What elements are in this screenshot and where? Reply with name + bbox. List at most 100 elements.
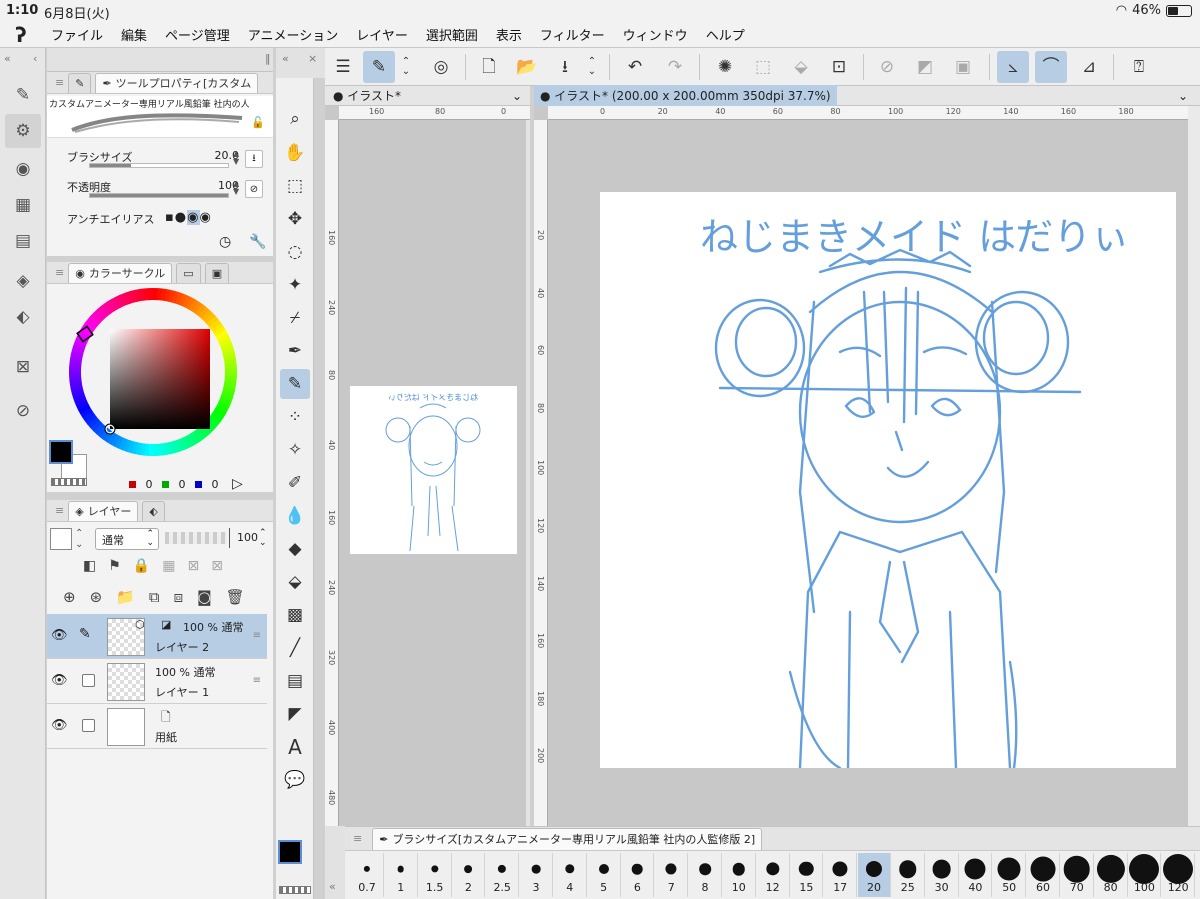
clear-outside-button[interactable]: ⊘ <box>871 51 903 83</box>
close-panel-icon[interactable]: × <box>308 52 317 65</box>
eyedropper-tool[interactable]: ⌿ <box>280 303 310 333</box>
left-canvas-page[interactable]: ねじまきメイド はだりぃ <box>350 386 517 554</box>
palette-dock-button[interactable]: ▤ <box>5 224 41 258</box>
pressure-settings-button[interactable]: ⭳ <box>245 150 263 168</box>
layer-opacity-stepper-icon[interactable]: ⌃ ⌄ <box>259 528 267 548</box>
lock-transparency-icon[interactable]: ▦ <box>162 558 175 574</box>
undo-button[interactable]: ↶ <box>619 51 651 83</box>
lasso-tool[interactable]: ◌ <box>280 237 310 267</box>
edit-pencil-icon[interactable]: ✎ <box>79 626 91 642</box>
material-dock-button[interactable]: ⊠ <box>5 350 41 384</box>
collapse-down-icon[interactable]: « <box>329 880 336 893</box>
menu-item-6[interactable]: 表示 <box>487 25 531 44</box>
layer-row[interactable]: 👁 🗋 用紙 <box>47 704 267 749</box>
panel-grip-icon[interactable]: ≡ <box>55 266 64 279</box>
timer-icon[interactable]: ◷ <box>219 234 231 250</box>
brush-size-option[interactable]: 30 <box>926 853 959 897</box>
layer-opacity-slider-handle[interactable] <box>229 528 230 548</box>
delete-layer-icon[interactable]: 🗑 <box>226 588 245 606</box>
left-view-dropdown-icon[interactable]: ⌄ <box>512 89 522 103</box>
collapse-right-icon[interactable]: « <box>282 52 289 65</box>
tool-property-dock-button[interactable]: ✎ <box>5 78 41 112</box>
collapse-left-icon[interactable]: « <box>4 52 11 65</box>
create-mask-icon[interactable]: ◙ <box>197 588 212 606</box>
layer-dock-button[interactable]: ◈ <box>5 264 41 298</box>
pencil-tool[interactable]: ✎ <box>280 369 310 399</box>
navigator-dock-button[interactable]: ⊘ <box>5 394 41 428</box>
layer-opacity-slider[interactable] <box>165 532 227 544</box>
visibility-eye-icon[interactable]: 👁 <box>51 628 69 643</box>
select-layer-button[interactable]: ▣ <box>947 51 979 83</box>
redo-button[interactable]: ↷ <box>659 51 691 83</box>
save-stepper[interactable]: ⌃ ⌄ <box>583 51 601 83</box>
brush-size-option[interactable]: 80 <box>1095 853 1128 897</box>
main-view-dropdown-icon[interactable]: ⌄ <box>1178 89 1188 103</box>
tab-color-circle[interactable]: ◉ カラーサークル <box>68 262 173 283</box>
brush-size-option[interactable]: 10 <box>723 853 756 897</box>
pen-tool[interactable]: ✒ <box>280 336 310 366</box>
transparent-color-swatch[interactable] <box>51 478 87 486</box>
eraser-tool[interactable]: ◆ <box>280 534 310 564</box>
brush-size-option[interactable]: 50 <box>993 853 1027 897</box>
save-button[interactable]: ⭳ <box>549 51 581 83</box>
collapse-handle-icon[interactable]: ‖ <box>265 52 271 65</box>
clip-studio-button[interactable]: ◎ <box>425 51 457 83</box>
new-raster-layer-icon[interactable]: ⊕ <box>63 588 76 606</box>
transfer-down-icon[interactable]: ⧉ <box>149 588 160 606</box>
main-view-tab[interactable]: ● イラスト* (200.00 x 200.00mm 350dpi 37.7%) <box>534 85 837 106</box>
play-circle-icon[interactable]: ▷ <box>232 476 243 492</box>
brush-size-option[interactable]: 3 <box>520 853 553 897</box>
menu-item-7[interactable]: フィルター <box>531 25 614 44</box>
clear-selection-button[interactable]: ⬚ <box>747 51 779 83</box>
menu-item-9[interactable]: ヘルプ <box>697 25 754 44</box>
brush-size-option[interactable]: 5 <box>588 853 621 897</box>
brush-size-option[interactable]: 6 <box>621 853 655 897</box>
left-view-tab[interactable]: ● イラスト* <box>333 87 401 104</box>
brush-size-slider[interactable] <box>89 163 229 168</box>
brush-size-option[interactable]: 120 <box>1162 853 1196 897</box>
tool-switch-stepper[interactable]: ⌃ ⌄ <box>397 51 415 83</box>
brush-tool[interactable]: ⁘ <box>280 402 310 432</box>
tab-color-history[interactable]: ▣ <box>204 262 230 283</box>
menu-item-8[interactable]: ウィンドウ <box>614 25 697 44</box>
new-file-button[interactable]: 🗋 <box>473 51 505 83</box>
brush-size-option[interactable]: 12 <box>757 853 790 897</box>
blend-mode-select[interactable]: 通常 ⌃ ⌄ <box>95 528 159 550</box>
hue-ring[interactable] <box>65 284 241 460</box>
main-canvas-page[interactable]: ねじまきメイド はだりぃ <box>600 192 1176 770</box>
convert-button[interactable]: ◩ <box>909 51 941 83</box>
mask-enable-icon[interactable]: ⊠ <box>187 558 199 574</box>
brush-size-option[interactable]: 25 <box>892 853 925 897</box>
menu-button[interactable]: ☰ <box>327 51 359 83</box>
layer-color-button[interactable] <box>50 528 72 550</box>
tool-main-color-swatch[interactable] <box>278 840 302 864</box>
main-vertical-scrollbar[interactable] <box>1188 106 1200 826</box>
new-vector-layer-icon[interactable]: ⊛ <box>90 588 103 606</box>
brush-size-option[interactable]: 4 <box>554 853 587 897</box>
airbrush-tool[interactable]: ✐ <box>280 468 310 498</box>
brush-size-option[interactable]: 40 <box>959 853 993 897</box>
fill-selection-button[interactable]: ⬙ <box>785 51 817 83</box>
figure-tool[interactable]: ╱ <box>280 633 310 663</box>
wrench-icon[interactable]: 🔧 <box>249 234 266 250</box>
merge-down-icon[interactable]: ⧈ <box>174 588 184 606</box>
sub-tool-dock-button[interactable]: ⚙ <box>5 114 41 148</box>
operation-tool[interactable]: ⬚ <box>280 171 310 201</box>
brush-size-option[interactable]: 60 <box>1027 853 1060 897</box>
auto-select-tool[interactable]: ✦ <box>280 270 310 300</box>
brush-size-option[interactable]: 15 <box>790 853 824 897</box>
tab-layer-property[interactable]: ⬖ <box>142 500 165 521</box>
move-layer-tool[interactable]: ✥ <box>280 204 310 234</box>
app-logo-icon[interactable]: ʔ <box>0 23 42 47</box>
menu-item-1[interactable]: 編集 <box>112 25 156 44</box>
new-folder-icon[interactable]: 📁 <box>116 588 135 606</box>
layer-checkbox[interactable] <box>82 719 95 732</box>
brush-size-stepper-icon[interactable]: ▲ ▼ <box>233 150 243 166</box>
menu-item-0[interactable]: ファイル <box>42 25 112 44</box>
menu-item-5[interactable]: 選択範囲 <box>417 25 487 44</box>
tab-subtool[interactable]: ✎ <box>68 72 92 93</box>
layer-row[interactable]: 👁 ✎ ⬡ ◪ 100 % 通常 レイヤー 2 ≡ <box>47 614 267 659</box>
brush-size-option[interactable]: 70 <box>1061 853 1094 897</box>
layer-drag-handle-icon[interactable]: ≡ <box>253 630 261 641</box>
zoom-tool[interactable]: ⌕ <box>280 104 310 134</box>
